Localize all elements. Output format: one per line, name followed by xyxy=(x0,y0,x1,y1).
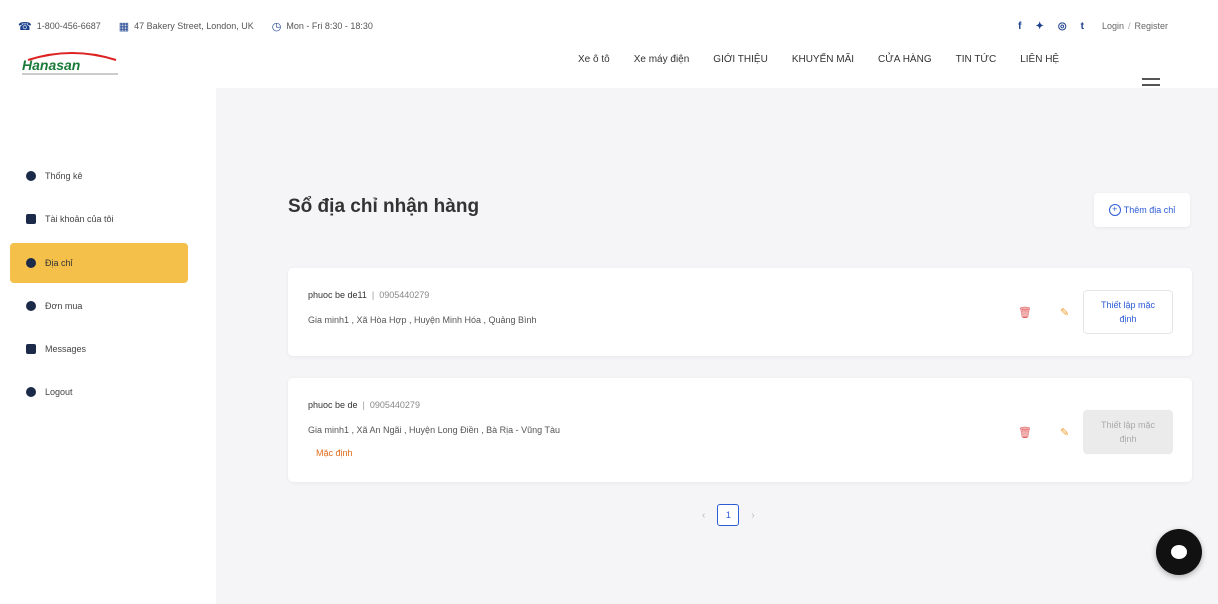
location-pin-icon xyxy=(26,258,36,268)
instagram-icon[interactable]: ◎ xyxy=(1058,21,1067,32)
add-address-label: Thêm địa chỉ xyxy=(1123,205,1176,215)
address-info: ▦ 47 Bakery Street, London, UK xyxy=(119,20,254,33)
plus-icon: + xyxy=(1108,204,1121,216)
order-icon xyxy=(26,301,36,311)
logout-icon xyxy=(26,387,36,397)
sidebar-item-label: Đơn mua xyxy=(45,301,83,311)
hours-text: Mon - Fri 8:30 - 18:30 xyxy=(286,21,373,31)
phone-info: ☎ 1-800-456-6687 xyxy=(18,20,101,33)
nav-item-gioi-thieu[interactable]: GIỚI THIỆU xyxy=(713,54,768,65)
address-card: phuoc be de | 0905440279 Gia minh1 , Xã An… xyxy=(288,378,1192,482)
hours-info: ◷ Mon - Fri 8:30 - 18:30 xyxy=(272,20,373,33)
facebook-icon[interactable]: f xyxy=(1018,21,1021,32)
sidebar-item-logout[interactable]: Logout xyxy=(10,372,188,412)
tumblr-icon[interactable]: t xyxy=(1081,21,1084,32)
sidebar-item-label: Messages xyxy=(45,344,87,354)
address-card: phuoc be de11 | 0905440279 Gia minh1 , Xã … xyxy=(288,268,1192,356)
login-link[interactable]: Login xyxy=(1102,21,1124,31)
nav-item-xe-may-dien[interactable]: Xe máy điện xyxy=(634,54,690,65)
site-header: Hanasan Xe ô tô Xe máy điện GIỚI THIỆU K… xyxy=(0,44,1218,88)
twitter-icon[interactable]: ✦ xyxy=(1035,21,1043,32)
nav-item-khuyen-mai[interactable]: KHUYẾN MÃI xyxy=(792,54,854,65)
address-text: 47 Bakery Street, London, UK xyxy=(134,21,254,31)
edit-icon[interactable]: ✎ xyxy=(1060,426,1069,439)
next-page-icon[interactable]: › xyxy=(751,510,754,521)
recipient-phone: 0905440279 xyxy=(369,400,420,410)
main-nav: Xe ô tô Xe máy điện GIỚI THIỆU KHUYẾN MÃ… xyxy=(578,54,1083,65)
svg-text:Hanasan: Hanasan xyxy=(22,57,80,73)
sidebar-item-label: Logout xyxy=(45,387,73,397)
sidebar-item-thong-ke[interactable]: Thống kê xyxy=(10,156,188,196)
page-number[interactable]: 1 xyxy=(717,504,740,526)
account-sidebar: Thống kê Tài khoản của tôi Địa chỉ Đơn m… xyxy=(0,88,216,604)
nav-item-lien-he[interactable]: LIÊN HỆ xyxy=(1020,54,1059,65)
trash-icon[interactable]: 🗑 xyxy=(1018,306,1032,319)
address-contact: phuoc be de | 0905440279 xyxy=(308,400,420,410)
brand-logo[interactable]: Hanasan xyxy=(18,48,126,78)
sidebar-item-messages[interactable]: Messages xyxy=(10,329,188,369)
register-link[interactable]: Register xyxy=(1134,21,1168,31)
top-info-bar: ☎ 1-800-456-6687 ▦ 47 Bakery Street, Lon… xyxy=(18,20,1168,33)
add-address-button[interactable]: + Thêm địa chỉ xyxy=(1094,193,1190,227)
address-contact: phuoc be de11 | 0905440279 xyxy=(308,290,430,300)
user-icon xyxy=(26,214,36,224)
prev-page-icon[interactable]: ‹ xyxy=(702,510,705,521)
trash-icon[interactable]: 🗑 xyxy=(1018,426,1032,439)
nav-item-tin-tuc[interactable]: TIN TỨC xyxy=(956,54,997,65)
nav-item-oto[interactable]: Xe ô tô xyxy=(578,54,610,65)
menu-icon[interactable] xyxy=(1142,78,1160,86)
building-icon: ▦ xyxy=(118,20,130,33)
set-default-button[interactable]: Thiết lập mặc định xyxy=(1083,290,1173,334)
page-title: Sổ địa chỉ nhận hàng xyxy=(288,196,480,217)
recipient-phone: 0905440279 xyxy=(379,290,430,300)
phone-text: 1-800-456-6687 xyxy=(36,21,101,31)
main-content: Sổ địa chỉ nhận hàng + Thêm địa chỉ phuo… xyxy=(216,88,1218,604)
chart-icon xyxy=(26,171,36,181)
recipient-name: phuoc be de xyxy=(308,400,358,410)
sidebar-item-label: Tài khoản của tôi xyxy=(45,214,114,224)
message-icon xyxy=(26,344,36,354)
phone-icon: ☎ xyxy=(18,20,32,33)
set-default-button: Thiết lập mặc định xyxy=(1083,410,1173,454)
address-text: Gia minh1 , Xã An Ngãi , Huyện Long Điền… xyxy=(308,425,560,435)
sidebar-item-label: Thống kê xyxy=(45,171,83,181)
sidebar-item-don-mua[interactable]: Đơn mua xyxy=(10,286,188,326)
nav-item-cua-hang[interactable]: CỬA HÀNG xyxy=(878,54,932,65)
sidebar-item-label: Địa chỉ xyxy=(45,258,73,268)
sidebar-item-dia-chi[interactable]: Địa chỉ xyxy=(10,243,188,283)
clock-icon: ◷ xyxy=(271,20,282,33)
edit-icon[interactable]: ✎ xyxy=(1060,306,1069,319)
chat-bubble-icon xyxy=(1171,545,1187,559)
address-text: Gia minh1 , Xã Hòa Hợp , Huyện Minh Hóa … xyxy=(308,315,537,325)
pagination: ‹ 1 › xyxy=(702,504,755,526)
default-badge: Mặc định xyxy=(316,448,353,458)
sidebar-item-tai-khoan[interactable]: Tài khoản của tôi xyxy=(10,199,188,239)
recipient-name: phuoc be de11 xyxy=(308,290,367,300)
chat-button[interactable] xyxy=(1156,529,1202,575)
